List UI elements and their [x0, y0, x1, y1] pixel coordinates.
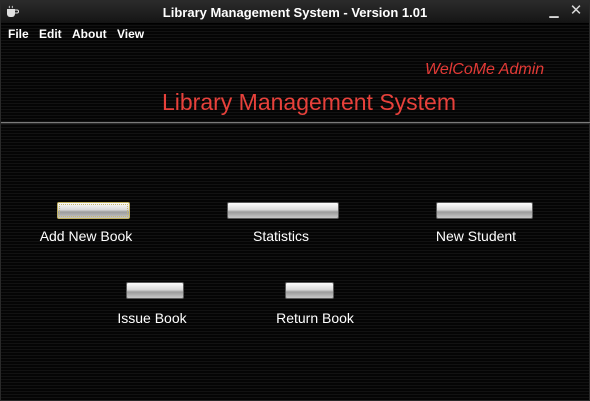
window-title: Library Management System - Version 1.01 — [162, 5, 428, 20]
statistics-button[interactable] — [227, 202, 339, 219]
menu-view[interactable]: View — [117, 27, 144, 41]
page-title: Library Management System — [161, 89, 456, 115]
add-new-book-label[interactable]: Add New Book — [36, 228, 136, 244]
minimize-button[interactable]: ▁ — [546, 3, 562, 19]
return-book-button[interactable] — [285, 282, 334, 299]
add-new-book-button[interactable] — [57, 202, 130, 219]
issue-book-label[interactable]: Issue Book — [102, 310, 202, 326]
return-book-label[interactable]: Return Book — [265, 310, 365, 326]
welcome-text: WelCoMe Admin — [425, 61, 545, 78]
main-window: Library Management System - Version 1.01… — [0, 0, 590, 401]
menu-about[interactable]: About — [72, 27, 107, 41]
statistics-label[interactable]: Statistics — [231, 228, 331, 244]
divider — [1, 122, 590, 124]
menu-bar: File Edit About View — [1, 24, 589, 45]
title-bar[interactable]: Library Management System - Version 1.01… — [1, 1, 589, 24]
issue-book-button[interactable] — [126, 282, 184, 299]
new-student-label[interactable]: New Student — [426, 228, 526, 244]
close-button[interactable]: ✕ — [568, 3, 584, 19]
menu-file[interactable]: File — [8, 27, 29, 41]
menu-edit[interactable]: Edit — [39, 27, 62, 41]
new-student-button[interactable] — [436, 202, 533, 219]
